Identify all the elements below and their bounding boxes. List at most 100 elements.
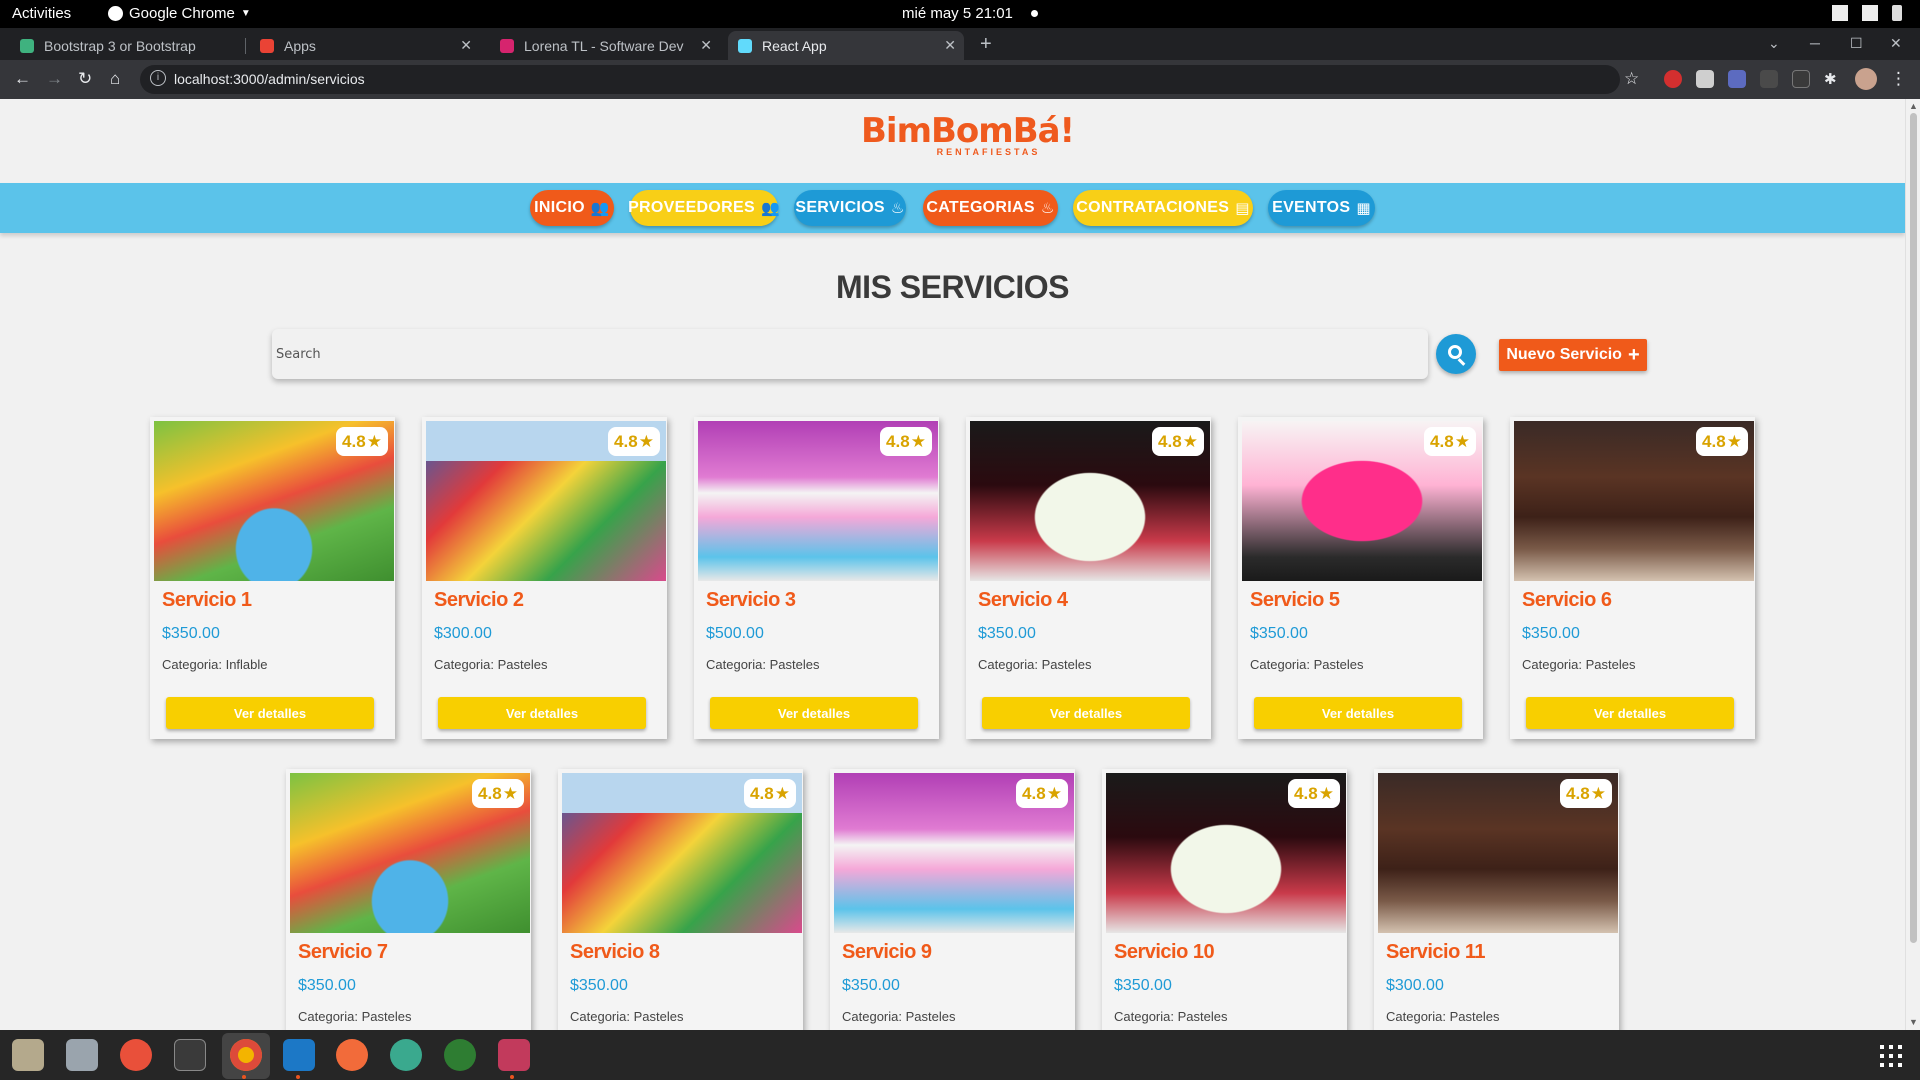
extension-icon[interactable] (1760, 70, 1778, 88)
tab-close-icon[interactable]: ✕ (700, 37, 712, 54)
tab-close-icon[interactable]: ✕ (944, 37, 956, 54)
star-icon: ★ (1046, 783, 1062, 803)
view-details-button[interactable]: Ver detalles (1254, 697, 1462, 729)
rating-value: 4.8 (342, 431, 366, 451)
postman-icon[interactable] (336, 1039, 368, 1071)
battery-icon (1892, 5, 1902, 21)
tab-search-icon[interactable]: ⌄ (1768, 35, 1780, 52)
rating-value: 4.8 (478, 783, 502, 803)
tab-lorena[interactable]: Lorena TL - Software Dev ✕ (490, 31, 720, 60)
view-details-button[interactable]: Ver detalles (1526, 697, 1734, 729)
caret-down-icon: ▼ (240, 8, 251, 19)
notification-dot-icon (1030, 10, 1038, 17)
info-icon[interactable]: i (150, 70, 166, 86)
star-icon: ★ (502, 783, 518, 803)
rating-value: 4.8 (1702, 431, 1726, 451)
terminal-icon[interactable] (174, 1039, 206, 1071)
system-tray[interactable] (1832, 5, 1902, 21)
service-card: 4.8 ★ Servicio 8 $350.00 Categoria: Past… (558, 769, 803, 1030)
service-title: Servicio 2 (434, 589, 524, 611)
chrome-dock-icon[interactable] (230, 1039, 262, 1071)
new-service-button[interactable]: Nuevo Servicio + (1499, 339, 1647, 371)
main-nav: INICIO 👥 PROVEEDORES 👥 SERVICIOS ♨ CATEG… (0, 183, 1905, 233)
mongodb-compass-icon[interactable] (444, 1039, 476, 1071)
files-icon[interactable] (12, 1039, 44, 1071)
new-service-label: Nuevo Servicio (1506, 346, 1622, 363)
app-icon[interactable] (390, 1039, 422, 1071)
scroll-up-icon[interactable]: ▲ (1909, 101, 1918, 111)
app-icon[interactable] (498, 1039, 530, 1071)
profile-avatar[interactable] (1855, 68, 1877, 90)
rating-value: 4.8 (1566, 783, 1590, 803)
service-category: Categoria: Pasteles (434, 657, 548, 672)
service-image: 4.8 ★ (562, 773, 802, 933)
address-bar[interactable]: i localhost:3000/admin/servicios (140, 65, 1620, 94)
home-icon[interactable]: ⌂ (110, 69, 120, 89)
vscode-icon[interactable] (283, 1039, 315, 1071)
service-category: Categoria: Inflable (162, 657, 268, 672)
help-lifebuoy-icon[interactable] (120, 1039, 152, 1071)
view-details-button[interactable]: Ver detalles (438, 697, 646, 729)
nav-categorias[interactable]: CATEGORIAS ♨ (923, 190, 1058, 226)
clock[interactable]: mié may 5 21:01 (902, 5, 1038, 22)
view-details-button[interactable]: Ver detalles (982, 697, 1190, 729)
forward-arrow-icon[interactable]: → (46, 69, 63, 89)
service-image: 4.8 ★ (1514, 421, 1754, 581)
clock-text: mié may 5 21:01 (902, 5, 1013, 22)
calendar-icon: ▦ (1356, 200, 1371, 217)
star-icon: ★ (774, 783, 790, 803)
view-details-button[interactable]: Ver detalles (710, 697, 918, 729)
search-button[interactable] (1436, 334, 1476, 374)
rating-value: 4.8 (1430, 431, 1454, 451)
activities-button[interactable]: Activities (12, 5, 71, 22)
tab-title: Lorena TL - Software Dev (524, 37, 684, 54)
service-card: 4.8 ★ Servicio 2 $300.00 Categoria: Past… (422, 417, 667, 739)
service-price: $300.00 (434, 625, 492, 642)
reload-icon[interactable]: ↻ (78, 69, 92, 89)
close-window-button[interactable]: ✕ (1890, 35, 1902, 52)
rating-value: 4.8 (614, 431, 638, 451)
nav-inicio[interactable]: INICIO 👥 (530, 190, 614, 226)
page-viewport: BimBomBá! RENTAFIESTAS INICIO 👥 PROVEEDO… (0, 99, 1905, 1030)
software-store-icon[interactable] (66, 1039, 98, 1071)
back-arrow-icon[interactable]: ← (14, 69, 31, 89)
tab-close-icon[interactable]: ✕ (460, 37, 472, 54)
service-price: $350.00 (1114, 977, 1172, 994)
view-details-button[interactable]: Ver detalles (166, 697, 374, 729)
cake-icon: ♨ (890, 200, 905, 217)
show-applications-icon[interactable] (1880, 1045, 1902, 1067)
page-scrollbar[interactable]: ▲ ▼ (1905, 99, 1920, 1030)
tab-apps[interactable]: Apps ✕ (250, 31, 480, 60)
screenshot-icon[interactable] (1792, 70, 1810, 88)
rating-badge: 4.8 ★ (1696, 427, 1748, 456)
scroll-down-icon[interactable]: ▼ (1909, 1017, 1918, 1027)
puzzle-icon[interactable]: ✱ (1824, 70, 1842, 88)
scrollbar-thumb[interactable] (1910, 113, 1917, 943)
gnome-top-bar: Activities Google Chrome ▼ mié may 5 21:… (0, 0, 1920, 28)
extension-icon[interactable] (1696, 70, 1714, 88)
site-header: BimBomBá! RENTAFIESTAS (0, 99, 1905, 183)
service-image: 4.8 ★ (1378, 773, 1618, 933)
site-logo[interactable]: BimBomBá! RENTAFIESTAS (861, 111, 1075, 161)
nav-proveedores[interactable]: PROVEEDORES 👥 (628, 190, 780, 226)
star-icon: ★ (638, 431, 654, 451)
minimize-button[interactable]: ─ (1810, 35, 1820, 51)
nav-servicios[interactable]: SERVICIOS ♨ (794, 190, 906, 226)
service-category: Categoria: Pasteles (706, 657, 820, 672)
service-card: 4.8 ★ Servicio 6 $350.00 Categoria: Past… (1510, 417, 1755, 739)
bookmark-star-icon[interactable]: ☆ (1624, 69, 1639, 89)
nav-eventos[interactable]: EVENTOS ▦ (1268, 190, 1375, 226)
adblock-icon[interactable] (1664, 70, 1682, 88)
service-price: $300.00 (1386, 977, 1444, 994)
maximize-button[interactable]: ☐ (1850, 35, 1863, 52)
search-input[interactable]: Search (272, 329, 1428, 379)
tab-react-app[interactable]: React App ✕ (728, 31, 964, 60)
new-tab-button[interactable]: + (980, 33, 992, 56)
star-icon: ★ (366, 431, 382, 451)
service-category: Categoria: Pasteles (1114, 1009, 1228, 1024)
app-menu[interactable]: Google Chrome ▼ (108, 5, 251, 22)
translate-icon[interactable] (1728, 70, 1746, 88)
kebab-menu-icon[interactable]: ⋮ (1890, 69, 1907, 89)
nav-label: CATEGORIAS (926, 199, 1035, 216)
nav-contrataciones[interactable]: CONTRATACIONES ▤ (1073, 190, 1253, 226)
